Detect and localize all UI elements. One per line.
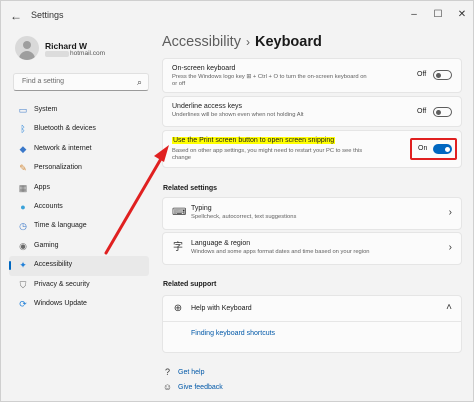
divider — [163, 321, 461, 322]
setting-title: Underline access keys — [172, 103, 243, 110]
sidebar-item-label: Bluetooth & devices — [34, 125, 96, 133]
setting-description: Underlines will be shown even when not h… — [172, 112, 304, 118]
sidebar-nav: ▭ System ᛒ Bluetooth & devices ◆ Network… — [9, 101, 149, 314]
title-bar: ← Settings – ☐ ✕ — [1, 1, 473, 29]
sidebar-item-privacy[interactable]: ⛉ Privacy & security — [9, 276, 149, 295]
onscreen-keyboard-toggle[interactable] — [433, 70, 452, 80]
monitor-icon: ▭ — [18, 105, 28, 115]
finding-keyboard-shortcuts-link[interactable]: Finding keyboard shortcuts — [191, 330, 275, 337]
section-title: Related settings — [163, 185, 218, 192]
onscreen-keyboard-setting: On-screen keyboard Press the Windows log… — [162, 58, 462, 93]
sidebar-item-label: Windows Update — [34, 299, 87, 307]
sidebar-item-bluetooth[interactable]: ᛒ Bluetooth & devices — [9, 120, 149, 139]
globe-clock-icon: ◷ — [19, 221, 27, 232]
setting-description-line2: change — [172, 155, 192, 162]
underline-access-keys-setting: Underline access keys Underlines will be… — [162, 96, 462, 127]
related-setting-typing[interactable]: ⌨ Typing Spellcheck, autocorrect, text s… — [162, 197, 462, 230]
sidebar-item-accessibility[interactable]: ✦ Accessibility — [9, 256, 149, 276]
give-feedback-link[interactable]: Give feedback — [178, 384, 223, 391]
avatar[interactable] — [15, 36, 39, 60]
sidebar-item-label: Personalization — [34, 164, 82, 172]
bluetooth-icon: ᛒ — [20, 124, 26, 135]
sidebar-item-windows-update[interactable]: ⟳ Windows Update — [9, 295, 149, 314]
user-email: hotmail.com — [70, 50, 106, 57]
sidebar-item-label: Privacy & security — [34, 280, 90, 288]
row-description: Spellcheck, autocorrect, text suggestion… — [191, 214, 297, 220]
search-icon: ⌕ — [136, 77, 142, 87]
search-input[interactable]: Find a setting ⌕ — [13, 73, 149, 91]
toggle-knob — [436, 110, 441, 115]
back-arrow-icon[interactable]: ← — [10, 9, 24, 23]
globe-icon: ⊕ — [173, 303, 183, 314]
get-help-link[interactable]: Get help — [178, 369, 204, 376]
row-title: Typing — [191, 205, 212, 212]
controller-icon: ◉ — [19, 240, 27, 251]
help-with-keyboard-card: ⊕ Help with Keyboard ˄ Finding keyboard … — [162, 295, 462, 353]
related-setting-language-region[interactable]: 字 Language & region Windows and some app… — [162, 232, 462, 265]
update-icon: ⟳ — [19, 298, 27, 309]
person-icon: ● — [20, 201, 26, 212]
settings-window: ← Settings – ☐ ✕ Richard W hotmail.com F… — [0, 0, 474, 402]
highlighted-title: Use the Print screen button to open scre… — [172, 137, 336, 144]
avatar-body — [19, 51, 35, 60]
sidebar-item-time-language[interactable]: ◷ Time & language — [9, 217, 149, 236]
sidebar-item-label: Gaming — [34, 241, 59, 249]
sidebar-item-gaming[interactable]: ◉ Gaming — [9, 237, 149, 256]
chevron-right-icon: › — [448, 207, 452, 218]
toggle-state-label: Off — [417, 108, 427, 115]
setting-description: Based on other app settings, you might n… — [172, 148, 362, 163]
page-title: Keyboard — [254, 34, 322, 50]
sidebar-item-label: Accounts — [34, 202, 63, 210]
app-title: Settings — [31, 10, 64, 20]
sidebar-item-system[interactable]: ▭ System — [9, 101, 149, 120]
breadcrumb: Accessibility › Keyboard — [162, 34, 322, 50]
avatar-head — [23, 41, 31, 49]
section-title: Related support — [163, 281, 217, 288]
shield-icon: ⛉ — [19, 279, 27, 290]
sidebar-item-label: Network & internet — [34, 144, 92, 152]
apps-icon: ▦ — [18, 182, 28, 193]
sidebar-item-personalization[interactable]: ✎ Personalization — [9, 159, 149, 178]
row-description: Windows and some apps format dates and t… — [191, 249, 370, 255]
chevron-up-icon[interactable]: ˄ — [446, 302, 452, 313]
underline-access-keys-toggle[interactable] — [433, 107, 452, 117]
keyboard-icon: ⌨ — [172, 207, 187, 218]
setting-description-line2: or off — [172, 81, 186, 88]
sidebar-item-label: System — [34, 106, 58, 113]
active-indicator — [9, 261, 11, 271]
toggle-knob — [436, 73, 441, 78]
wifi-icon: ◆ — [19, 143, 27, 154]
setting-title: Use the Print screen button to open scre… — [172, 137, 336, 144]
breadcrumb-parent[interactable]: Accessibility — [162, 34, 241, 50]
setting-description-line1: Based on other app settings, you might n… — [172, 148, 363, 154]
setting-description-line1: Press the Windows logo key ⊞ + Ctrl + O … — [172, 74, 367, 80]
feedback-icon: ☺ — [162, 382, 173, 392]
language-icon: 字 — [173, 242, 183, 253]
minimize-button[interactable]: – — [405, 7, 423, 23]
row-title: Language & region — [191, 240, 251, 247]
chevron-right-icon: › — [448, 242, 452, 253]
toggle-state-label: Off — [417, 71, 427, 78]
row-title[interactable]: Help with Keyboard — [191, 305, 252, 312]
accessibility-icon: ✦ — [19, 260, 27, 271]
brush-icon: ✎ — [19, 163, 27, 174]
maximize-button[interactable]: ☐ — [429, 7, 447, 23]
sidebar-item-network[interactable]: ◆ Network & internet — [9, 140, 149, 159]
sidebar-item-accounts[interactable]: ● Accounts — [9, 198, 149, 217]
sidebar-item-label: Apps — [34, 183, 50, 191]
sidebar-item-label: Accessibility — [34, 261, 73, 269]
setting-title: On-screen keyboard — [172, 65, 236, 72]
chevron-right-icon: › — [245, 35, 250, 49]
setting-description: Press the Windows logo key ⊞ + Ctrl + O … — [172, 74, 367, 89]
close-button[interactable]: ✕ — [453, 7, 471, 23]
sidebar-item-label: Time & language — [34, 222, 87, 230]
help-icon: ? — [164, 367, 170, 377]
search-placeholder: Find a setting — [22, 78, 65, 85]
annotation-highlight-box — [410, 138, 457, 160]
sidebar-item-apps[interactable]: ▦ Apps — [9, 179, 149, 198]
email-redaction — [45, 51, 69, 57]
